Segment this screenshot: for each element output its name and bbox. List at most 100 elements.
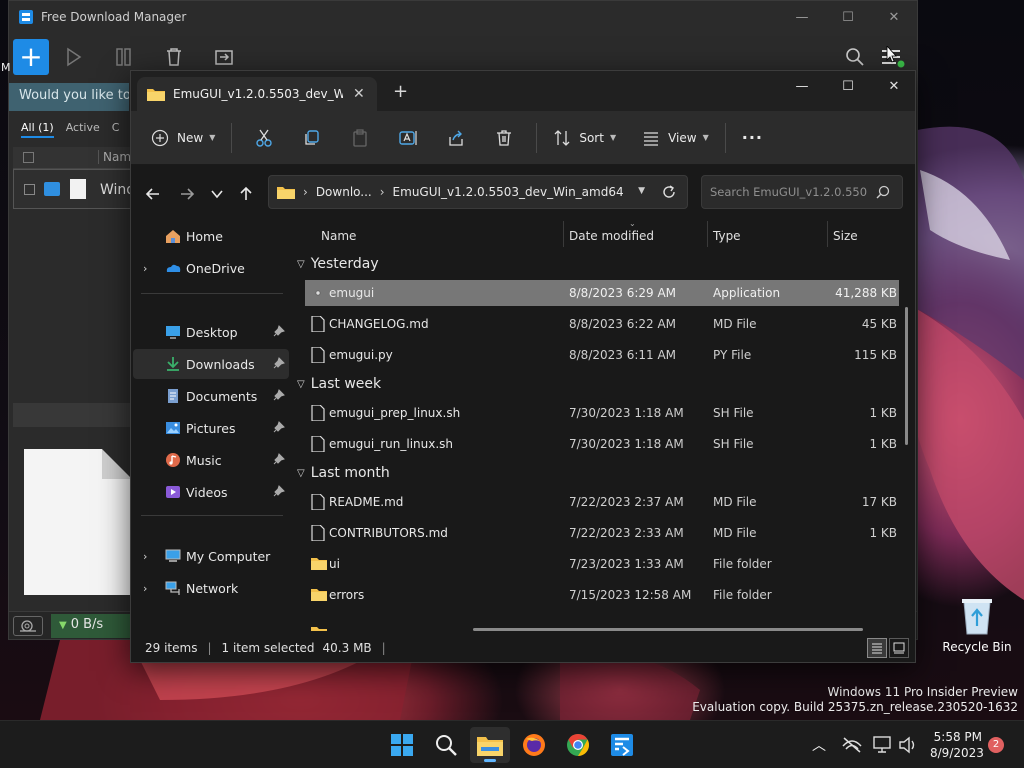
delete-button[interactable] — [488, 121, 520, 155]
breadcrumb-current-folder[interactable]: EmuGUI_v1.2.0.5503_dev_Win_amd64 — [393, 185, 624, 199]
fdm-download-row[interactable]: Wind — [13, 169, 135, 209]
network-disconnected-icon[interactable] — [842, 736, 862, 754]
explorer-minimize-button[interactable]: — — [779, 71, 825, 101]
file-row[interactable]: emugui 8/8/2023 6:29 AM Application 41,2… — [305, 280, 899, 306]
column-header-type[interactable]: Type — [713, 229, 741, 243]
column-header-date[interactable]: Date modified — [569, 229, 654, 243]
pin-icon[interactable] — [273, 357, 285, 369]
nav-my-computer[interactable]: › My Computer — [133, 541, 289, 571]
folder-row[interactable]: ui 7/23/2023 1:33 AM File folder — [305, 551, 899, 577]
fdm-notification-banner[interactable]: Would you like to m — [9, 83, 129, 111]
expand-chevron-icon[interactable]: › — [143, 582, 147, 595]
fdm-start-button[interactable] — [49, 39, 99, 75]
fdm-filter-completed[interactable]: C — [112, 121, 120, 138]
expand-chevron-icon[interactable]: › — [143, 550, 147, 563]
show-hidden-icons-chevron-icon[interactable]: ︿ — [812, 735, 826, 755]
taskbar-chrome[interactable] — [558, 727, 598, 763]
copy-button[interactable] — [296, 121, 328, 155]
file-row[interactable]: emugui.py 8/8/2023 6:11 AM PY File 115 K… — [305, 342, 899, 368]
taskbar-search-button[interactable] — [426, 727, 466, 763]
nav-home[interactable]: Home — [133, 221, 289, 251]
volume-icon[interactable] — [898, 736, 918, 754]
display-icon[interactable] — [872, 735, 894, 755]
fdm-titlebar[interactable]: Free Download Manager — ☐ ✕ — [9, 1, 917, 33]
file-row[interactable]: emugui_prep_linux.sh 7/30/2023 1:18 AM S… — [305, 400, 899, 426]
file-row[interactable]: emugui_run_linux.sh 7/30/2023 1:18 AM SH… — [305, 431, 899, 457]
pin-icon[interactable] — [273, 325, 285, 337]
search-input[interactable]: Search EmuGUI_v1.2.0.5503... — [710, 185, 868, 199]
column-header-name[interactable]: Name — [321, 229, 356, 243]
file-explorer-window[interactable]: EmuGUI_v1.2.0.5503_dev_Win_ ✕ + — ☐ ✕ Ne… — [130, 70, 916, 663]
tab-close-icon[interactable]: ✕ — [353, 86, 365, 102]
group-header-last-month[interactable]: ▽ Last month — [297, 465, 390, 481]
breadcrumb-downloads[interactable]: Downlo... — [316, 185, 372, 199]
group-header-last-week[interactable]: ▽ Last week — [297, 376, 381, 392]
snail-mode-icon[interactable] — [13, 616, 43, 636]
explorer-close-button[interactable]: ✕ — [871, 71, 915, 101]
fdm-row-checkbox[interactable] — [24, 184, 35, 195]
nav-pictures[interactable]: Pictures — [133, 413, 289, 443]
fdm-maximize-button[interactable]: ☐ — [825, 1, 871, 33]
vertical-scrollbar[interactable] — [905, 307, 908, 445]
tiles-view-button[interactable] — [889, 638, 909, 658]
fdm-search-icon[interactable] — [845, 47, 865, 67]
new-tab-button[interactable]: + — [393, 81, 408, 102]
pin-icon[interactable] — [273, 421, 285, 433]
nav-videos[interactable]: Videos — [133, 477, 289, 507]
taskbar-free-download-manager[interactable] — [602, 727, 642, 763]
group-header-yesterday[interactable]: ▽ Yesterday — [297, 256, 379, 272]
file-type: MD File — [713, 495, 757, 509]
start-button[interactable] — [382, 727, 422, 763]
file-row[interactable]: CHANGELOG.md 8/8/2023 6:22 AM MD File 45… — [305, 311, 899, 337]
taskbar-firefox[interactable] — [514, 727, 554, 763]
nav-network[interactable]: › Network — [133, 573, 289, 603]
column-header-size[interactable]: Size — [833, 229, 858, 243]
recent-locations-button[interactable] — [205, 182, 229, 206]
column-divider[interactable] — [563, 221, 564, 247]
sort-button[interactable]: Sort ▼ — [545, 121, 624, 155]
cut-button[interactable] — [248, 121, 280, 155]
horizontal-scrollbar[interactable] — [473, 628, 863, 631]
pin-icon[interactable] — [273, 389, 285, 401]
fdm-close-button[interactable]: ✕ — [871, 1, 917, 33]
fdm-add-download-button[interactable]: + — [13, 39, 49, 75]
view-button[interactable]: View ▼ — [634, 121, 717, 155]
fdm-minimize-button[interactable]: — — [779, 1, 825, 33]
new-button[interactable]: New ▼ — [143, 121, 223, 155]
nav-music[interactable]: Music — [133, 445, 289, 475]
fdm-filter-all[interactable]: All (1) — [21, 121, 54, 138]
nav-downloads[interactable]: Downloads — [133, 349, 289, 379]
share-button[interactable] — [440, 121, 472, 155]
column-divider[interactable] — [707, 221, 708, 247]
forward-button[interactable] — [175, 182, 199, 206]
nav-desktop[interactable]: Desktop — [133, 317, 289, 347]
fdm-filter-active[interactable]: Active — [66, 121, 100, 138]
fdm-select-all-checkbox[interactable] — [23, 152, 34, 163]
taskbar-file-explorer[interactable] — [470, 727, 510, 763]
paste-button[interactable] — [344, 121, 376, 155]
nav-onedrive[interactable]: › OneDrive — [133, 253, 289, 283]
address-dropdown-icon[interactable]: ▼ — [638, 186, 645, 196]
notification-badge[interactable]: 2 — [988, 737, 1004, 753]
explorer-tab[interactable]: EmuGUI_v1.2.0.5503_dev_Win_ ✕ — [137, 77, 377, 111]
explorer-maximize-button[interactable]: ☐ — [825, 71, 871, 101]
recycle-bin-shortcut[interactable]: Recycle Bin — [942, 596, 1012, 654]
taskbar-clock[interactable]: 5:58 PM 8/9/2023 — [930, 729, 984, 761]
rename-button[interactable] — [392, 121, 424, 155]
expand-chevron-icon[interactable]: › — [143, 262, 147, 275]
up-button[interactable] — [234, 182, 258, 206]
pin-icon[interactable] — [273, 485, 285, 497]
folder-row[interactable]: errors 7/15/2023 12:58 AM File folder — [305, 582, 899, 608]
fdm-menu-icon[interactable] — [879, 46, 905, 68]
address-bar[interactable]: › Downlo... › EmuGUI_v1.2.0.5503_dev_Win… — [268, 175, 688, 209]
column-divider[interactable] — [827, 221, 828, 247]
more-options-button[interactable]: ··· — [734, 121, 771, 155]
search-box[interactable]: Search EmuGUI_v1.2.0.5503... — [701, 175, 903, 209]
file-row[interactable]: README.md 7/22/2023 2:37 AM MD File 17 K… — [305, 489, 899, 515]
refresh-icon[interactable] — [661, 184, 677, 200]
nav-documents[interactable]: Documents — [133, 381, 289, 411]
file-row[interactable]: CONTRIBUTORS.md 7/22/2023 2:33 AM MD Fil… — [305, 520, 899, 546]
pin-icon[interactable] — [273, 453, 285, 465]
back-button[interactable] — [141, 182, 165, 206]
details-view-button[interactable] — [867, 638, 887, 658]
